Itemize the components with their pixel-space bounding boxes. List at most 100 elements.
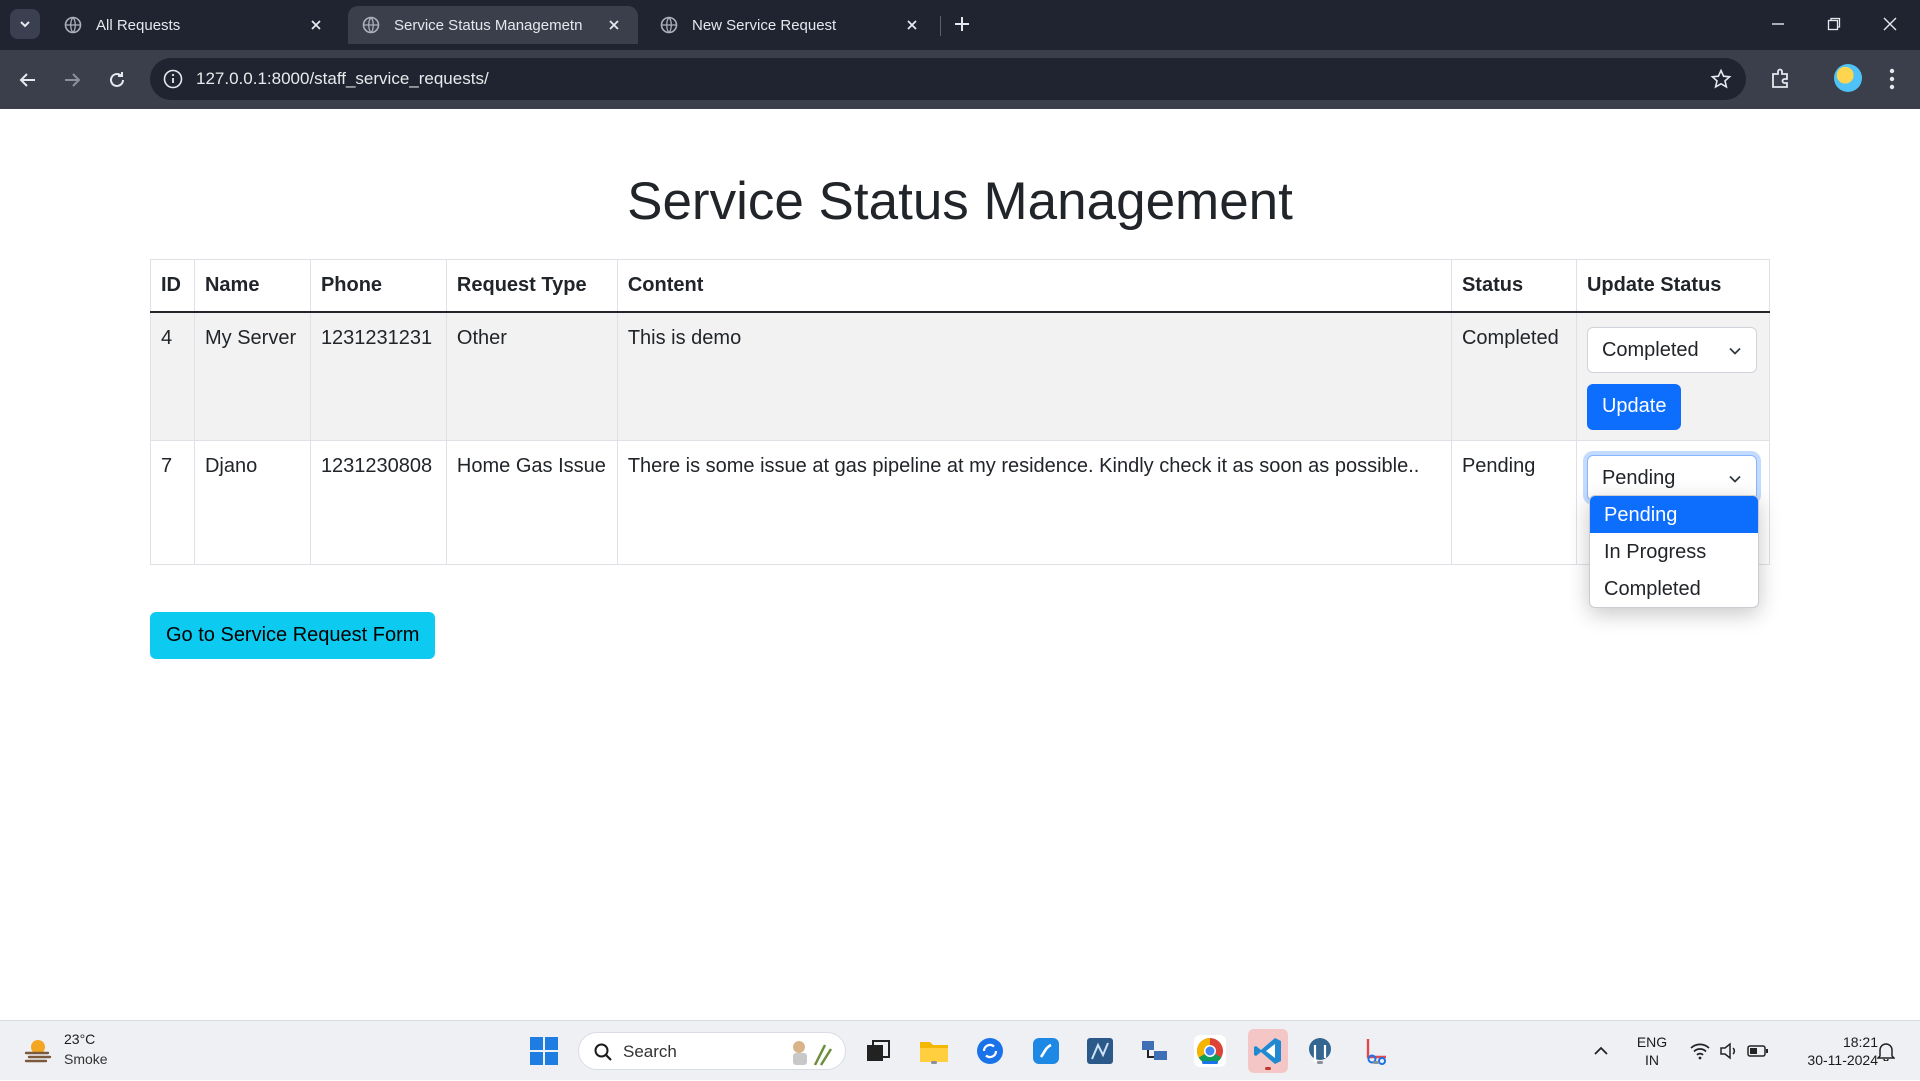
weather-smoke-icon[interactable]	[22, 1035, 54, 1067]
weather-temperature: 23°C	[64, 1031, 96, 1047]
table-row: 7 Djano 1231230808 Home Gas Issue There …	[150, 439, 1771, 565]
restore-icon	[1827, 17, 1841, 31]
cell-name: My Server	[193, 311, 311, 441]
clock[interactable]: 18:21 30-11-2024	[1782, 1021, 1878, 1081]
task-view-icon[interactable]	[862, 1035, 894, 1067]
cell-id: 4	[150, 311, 195, 441]
running-indicator	[1202, 1061, 1218, 1064]
col-header-content: Content	[616, 259, 1452, 313]
taskbar: 23°C Smoke Search ENG IN 18:21 30-11-202…	[0, 1020, 1920, 1080]
language-indicator[interactable]: ENG IN	[1626, 1021, 1678, 1081]
back-button[interactable]	[12, 64, 44, 96]
tab-service-status[interactable]: Service Status Managemetn	[348, 6, 638, 44]
bell-icon	[1877, 1043, 1895, 1061]
cell-content: There is some issue at gas pipeline at m…	[616, 439, 1452, 565]
search-label: Search	[623, 1042, 677, 1061]
info-icon[interactable]	[162, 68, 184, 90]
tab-divider	[940, 16, 941, 36]
clock-time: 18:21	[1842, 1034, 1878, 1050]
cell-status: Completed	[1450, 311, 1577, 441]
running-indicator	[1265, 1067, 1271, 1070]
running-indicator	[931, 1061, 937, 1064]
battery-icon	[1747, 1045, 1768, 1057]
close-window-button[interactable]	[1862, 0, 1918, 48]
forward-button[interactable]	[56, 64, 88, 96]
arrow-left-icon	[19, 73, 35, 87]
plus-icon	[955, 17, 969, 31]
extensions-puzzle-icon[interactable]	[1766, 64, 1796, 94]
requests-table: ID Name Phone Request Type Content Statu…	[150, 259, 1771, 565]
taskbar-search-box[interactable]: Search	[578, 1032, 846, 1070]
status-select[interactable]: Completed	[1586, 326, 1757, 373]
close-icon	[1883, 17, 1897, 31]
sync-app-icon[interactable]	[974, 1035, 1006, 1067]
language-line1: ENG	[1636, 1034, 1668, 1050]
url-text[interactable]: 127.0.0.1:8000/staff_service_requests/	[196, 69, 489, 89]
cell-id: 7	[150, 439, 195, 565]
search-highlight-illustration-icon	[793, 1041, 833, 1066]
minimize-button[interactable]	[1750, 0, 1806, 48]
close-tab-icon[interactable]	[306, 15, 326, 35]
chevron-down-icon	[1729, 347, 1741, 355]
menu-kebab-icon[interactable]	[1880, 64, 1904, 94]
chrome-icon[interactable]	[1194, 1035, 1226, 1067]
dropdown-option-pending[interactable]: Pending	[1590, 496, 1758, 533]
system-status-cluster[interactable]	[1684, 1021, 1774, 1081]
dropdown-option-completed[interactable]: Completed	[1590, 570, 1758, 607]
file-explorer-icon[interactable]	[918, 1035, 950, 1067]
cell-phone: 1231231231	[309, 311, 447, 441]
vscode-icon[interactable]	[1248, 1029, 1288, 1073]
col-header-status: Status	[1450, 259, 1577, 313]
bookmark-star-icon[interactable]	[1710, 68, 1732, 90]
network-app-icon[interactable]	[1139, 1035, 1171, 1067]
tab-new-service-request[interactable]: New Service Request	[646, 6, 936, 44]
tab-all-requests[interactable]: All Requests	[50, 6, 340, 44]
language-line2: IN	[1645, 1052, 1659, 1068]
volume-icon	[1720, 1042, 1736, 1060]
col-header-request-type: Request Type	[445, 259, 618, 313]
cell-content: This is demo	[616, 311, 1452, 441]
notifications-button[interactable]	[1874, 1021, 1898, 1081]
chevron-up-icon	[1594, 1046, 1608, 1055]
reload-icon	[110, 72, 124, 87]
dropdown-option-in-progress[interactable]: In Progress	[1590, 533, 1758, 570]
close-tab-icon[interactable]	[902, 15, 922, 35]
clock-date: 30-11-2024	[1807, 1052, 1878, 1068]
tab-title: All Requests	[96, 16, 181, 34]
reload-button[interactable]	[101, 64, 133, 96]
cell-phone: 1231230808	[309, 439, 447, 565]
page-title: Service Status Management	[627, 172, 1293, 231]
cell-name: Djano	[193, 439, 311, 565]
page-content: Service Status Management ID Name Phone …	[0, 109, 1920, 1020]
minimize-icon	[1772, 23, 1784, 25]
status-select-value: Pending	[1601, 466, 1676, 489]
show-hidden-icons-button[interactable]	[1590, 1021, 1612, 1081]
status-select[interactable]: Pending	[1586, 454, 1757, 501]
cell-request-type: Other	[445, 311, 618, 441]
close-tab-icon[interactable]	[604, 15, 624, 35]
address-bar[interactable]: 127.0.0.1:8000/staff_service_requests/	[150, 58, 1746, 100]
restore-button[interactable]	[1806, 0, 1862, 48]
update-button[interactable]: Update	[1586, 383, 1682, 430]
cell-request-type: Home Gas Issue	[445, 439, 618, 565]
col-header-phone: Phone	[309, 259, 447, 313]
service-request-form-button[interactable]: Go to Service Request Form	[150, 612, 436, 659]
table-row: 4 My Server 1231231231 Other This is dem…	[150, 311, 1771, 441]
profile-avatar[interactable]	[1834, 64, 1862, 92]
col-header-update-status: Update Status	[1575, 259, 1771, 313]
windows-start-icon[interactable]	[528, 1035, 560, 1067]
globe-icon	[660, 16, 678, 34]
globe-icon	[362, 16, 380, 34]
tab-search-button[interactable]	[10, 9, 40, 39]
postgresql-icon[interactable]	[1304, 1035, 1336, 1067]
table-header-row: ID Name Phone Request Type Content Statu…	[150, 259, 1771, 313]
status-select-value: Completed	[1601, 338, 1699, 361]
weather-description: Smoke	[64, 1051, 108, 1067]
pycharm-app-icon[interactable]	[1030, 1035, 1062, 1067]
snipping-tool-icon[interactable]	[1360, 1035, 1392, 1067]
chevron-down-icon	[1729, 475, 1741, 483]
status-dropdown-list: Pending In Progress Completed	[1589, 495, 1759, 608]
mysql-workbench-icon[interactable]	[1084, 1035, 1116, 1067]
new-tab-button[interactable]	[948, 10, 976, 38]
cell-update-status: Completed Update	[1575, 311, 1771, 441]
